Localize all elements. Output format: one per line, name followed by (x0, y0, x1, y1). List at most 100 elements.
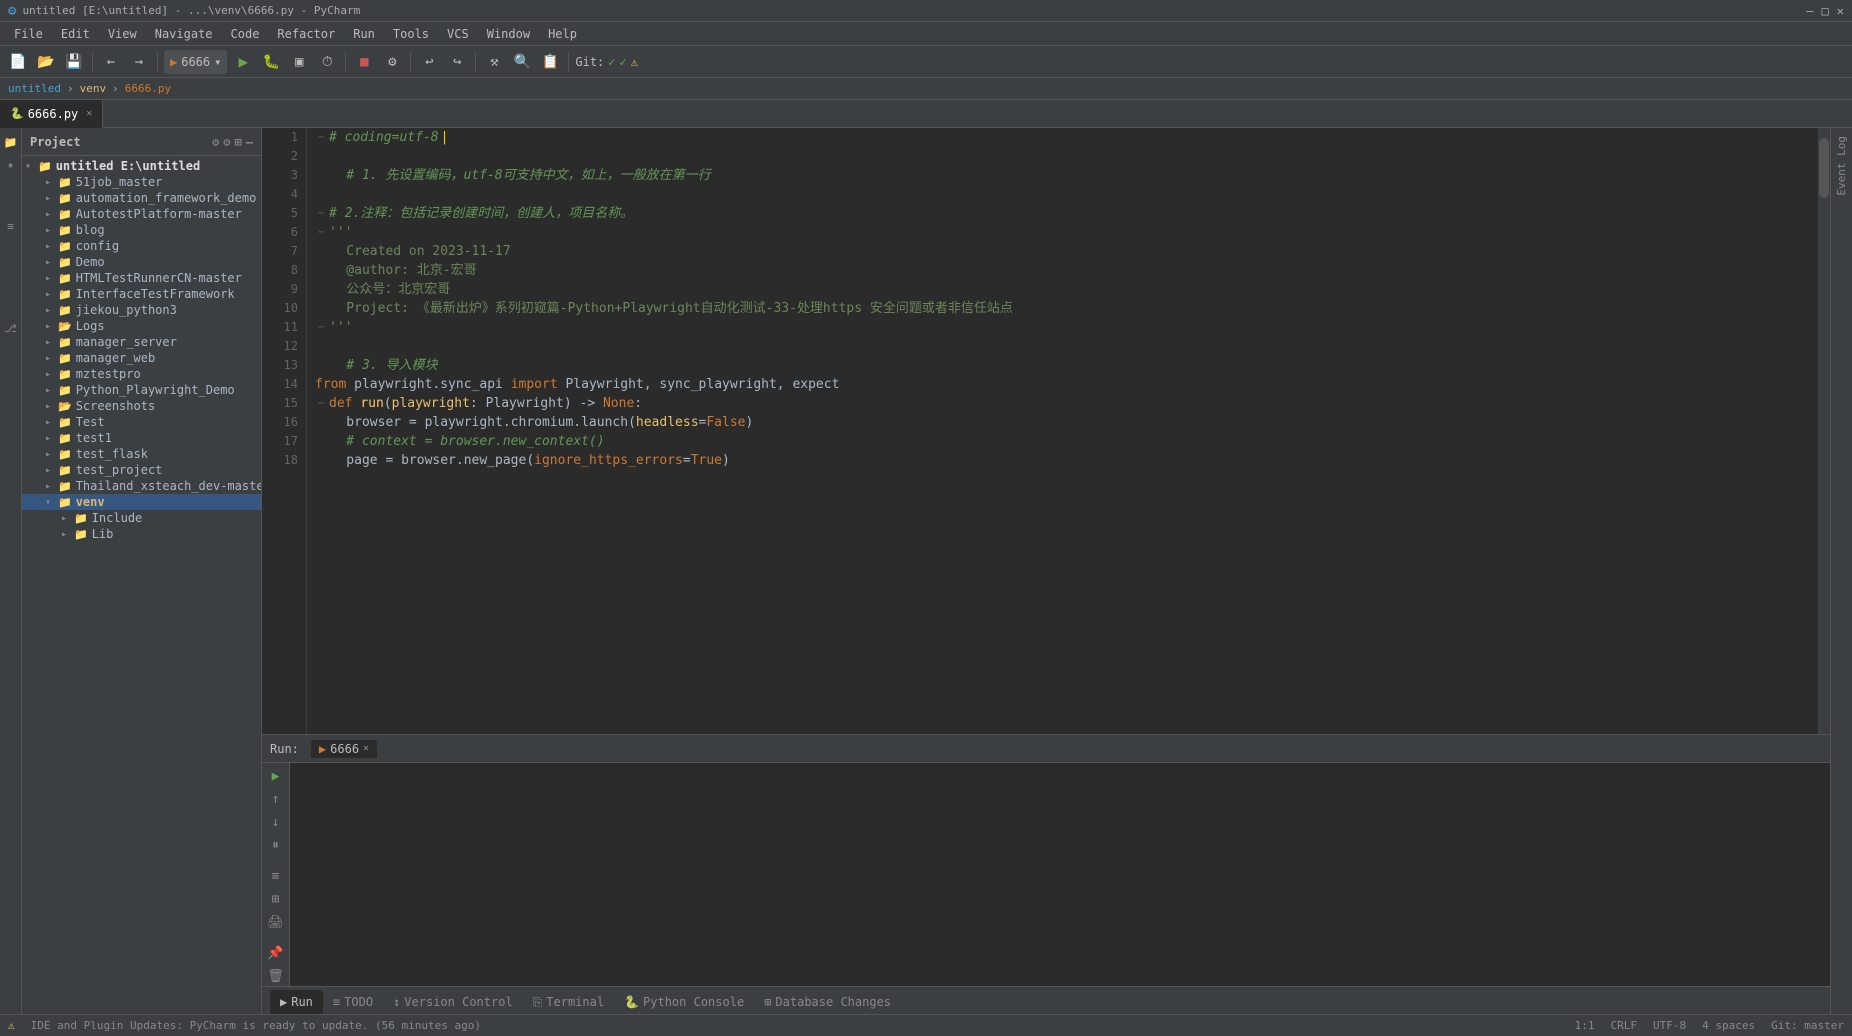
maximize-button[interactable]: □ (1822, 4, 1829, 18)
run-pause-btn[interactable]: ⏸ (265, 836, 287, 856)
expand-icon[interactable]: ▸ (58, 529, 70, 540)
expand-icon[interactable]: ▸ (42, 321, 54, 332)
search-btn[interactable]: 🔍 (510, 50, 534, 74)
expand-icon[interactable]: ▸ (42, 353, 54, 364)
indent[interactable]: 4 spaces (1702, 1019, 1755, 1032)
expand-icon[interactable]: ▸ (42, 225, 54, 236)
forward-btn[interactable]: → (127, 50, 151, 74)
tab-database-changes[interactable]: ⊞ Database Changes (754, 990, 901, 1014)
tree-test[interactable]: ▸ 📁 Test (22, 414, 261, 430)
cursor-position[interactable]: 1:1 (1575, 1019, 1595, 1032)
menu-navigate[interactable]: Navigate (147, 25, 221, 43)
expand-icon[interactable]: ▸ (42, 417, 54, 428)
event-log-btn[interactable]: Event Log (1831, 128, 1852, 204)
project-gear-icon[interactable]: ⚙ (223, 135, 230, 149)
expand-icon[interactable]: ▸ (42, 433, 54, 444)
tree-config[interactable]: ▸ 📁 config (22, 238, 261, 254)
structure-icon[interactable]: ≡ (1, 216, 21, 236)
profile-btn[interactable]: ⏱ (315, 50, 339, 74)
save-btn[interactable]: 💾 (62, 50, 86, 74)
expand-icon[interactable]: ▸ (58, 513, 70, 524)
code-content[interactable]: − # coding=utf-8 | # 1. 先设置编码，utf-8可支持中文… (307, 128, 1818, 734)
tree-root[interactable]: ▾ 📁 untitled E:\untitled (22, 158, 261, 174)
fold-btn-1[interactable]: − (315, 128, 327, 147)
project-expand-icon[interactable]: ⊞ (235, 135, 242, 149)
run-button[interactable]: ▶ (231, 50, 255, 74)
tree-jiekou[interactable]: ▸ 📁 jiekou_python3 (22, 302, 261, 318)
tree-mgr-web[interactable]: ▸ 📁 manager_web (22, 350, 261, 366)
run-tab-close[interactable]: ✕ (363, 743, 369, 754)
clipboard-btn[interactable]: 📋 (538, 50, 562, 74)
open-btn[interactable]: 📂 (34, 50, 58, 74)
tree-venv[interactable]: ▾ 📁 venv (22, 494, 261, 510)
run-print-btn[interactable]: 🖨 (265, 912, 287, 932)
menu-window[interactable]: Window (479, 25, 538, 43)
tree-screenshots[interactable]: ▸ 📂 Screenshots (22, 398, 261, 414)
new-file-btn[interactable]: 📄 (6, 50, 30, 74)
expand-icon[interactable]: ▸ (42, 449, 54, 460)
tab-todo[interactable]: ≡ TODO (323, 990, 383, 1014)
tree-thailand[interactable]: ▸ 📁 Thailand_xsteach_dev-master (22, 478, 261, 494)
run-pin-btn[interactable]: 📌 (265, 943, 287, 963)
run-stop-btn[interactable]: ≡ (265, 867, 287, 887)
tree-mgr-server[interactable]: ▸ 📁 manager_server (22, 334, 261, 350)
git-branch[interactable]: Git: master (1771, 1019, 1844, 1032)
project-minimize-icon[interactable]: — (246, 135, 253, 149)
menu-edit[interactable]: Edit (53, 25, 98, 43)
line-ending[interactable]: CRLF (1611, 1019, 1638, 1032)
expand-icon[interactable]: ▸ (42, 369, 54, 380)
tree-blog[interactable]: ▸ 📁 blog (22, 222, 261, 238)
breadcrumb-file[interactable]: 6666.py (125, 82, 171, 95)
expand-icon[interactable]: ▸ (42, 289, 54, 300)
undo-btn[interactable]: ↩ (417, 50, 441, 74)
build-btn[interactable]: ⚙ (380, 50, 404, 74)
menu-help[interactable]: Help (540, 25, 585, 43)
menu-view[interactable]: View (100, 25, 145, 43)
tree-playwright-demo[interactable]: ▸ 📁 Python_Playwright_Demo (22, 382, 261, 398)
run-scroll-top-btn[interactable]: ↑ (265, 790, 287, 810)
fold-btn-15[interactable]: − (315, 394, 327, 413)
fold-btn-5[interactable]: − (315, 204, 327, 223)
tree-51job[interactable]: ▸ 📁 51job_master (22, 174, 261, 190)
tab-close-btn[interactable]: ✕ (86, 108, 92, 119)
tree-autotest[interactable]: ▸ 📁 AutotestPlatform-master (22, 206, 261, 222)
expand-icon[interactable]: ▾ (42, 497, 54, 508)
run-tab-6666[interactable]: ▶ 6666 ✕ (311, 740, 377, 758)
tree-test-project[interactable]: ▸ 📁 test_project (22, 462, 261, 478)
redo-btn[interactable]: ↪ (445, 50, 469, 74)
fold-btn-6[interactable]: − (315, 223, 327, 242)
favorites-icon[interactable]: ★ (1, 154, 21, 174)
expand-icon[interactable]: ▸ (42, 481, 54, 492)
tree-mztest[interactable]: ▸ 📁 mztestpro (22, 366, 261, 382)
expand-icon[interactable]: ▸ (42, 401, 54, 412)
back-btn[interactable]: ← (99, 50, 123, 74)
run-config-selector[interactable]: ▶ 6666 ▾ (164, 50, 227, 74)
expand-icon[interactable]: ▸ (42, 257, 54, 268)
close-button[interactable]: ✕ (1837, 4, 1844, 18)
tree-lib[interactable]: ▸ 📁 Lib (22, 526, 261, 542)
run-scroll-down-btn[interactable]: ↓ (265, 813, 287, 833)
scrollbar-thumb[interactable] (1819, 138, 1829, 198)
tab-version-control[interactable]: ↕ Version Control (383, 990, 523, 1014)
encoding[interactable]: UTF-8 (1653, 1019, 1686, 1032)
expand-icon[interactable]: ▸ (42, 305, 54, 316)
minimize-button[interactable]: — (1806, 4, 1813, 18)
tab-python-console[interactable]: 🐍 Python Console (614, 990, 754, 1014)
coverage-btn[interactable]: ▣ (287, 50, 311, 74)
run-filter-btn[interactable]: ⊞ (265, 889, 287, 909)
root-expand-icon[interactable]: ▾ (22, 161, 34, 172)
tab-run[interactable]: ▶ Run (270, 990, 323, 1014)
expand-icon[interactable]: ▸ (42, 209, 54, 220)
menu-file[interactable]: File (6, 25, 51, 43)
tab-terminal[interactable]: ⎘ Terminal (523, 990, 614, 1014)
expand-icon[interactable]: ▸ (42, 273, 54, 284)
tree-interface[interactable]: ▸ 📁 InterfaceTestFramework (22, 286, 261, 302)
expand-icon[interactable]: ▸ (42, 193, 54, 204)
menu-code[interactable]: Code (223, 25, 268, 43)
project-settings-icon[interactable]: ⚙ (212, 135, 219, 149)
tree-logs[interactable]: ▸ 📂 Logs (22, 318, 261, 334)
git-icon[interactable]: ⎇ (1, 318, 21, 338)
tree-htmltest[interactable]: ▸ 📁 HTMLTestRunnerCN-master (22, 270, 261, 286)
expand-icon[interactable]: ▸ (42, 337, 54, 348)
vertical-scrollbar[interactable] (1818, 128, 1830, 734)
